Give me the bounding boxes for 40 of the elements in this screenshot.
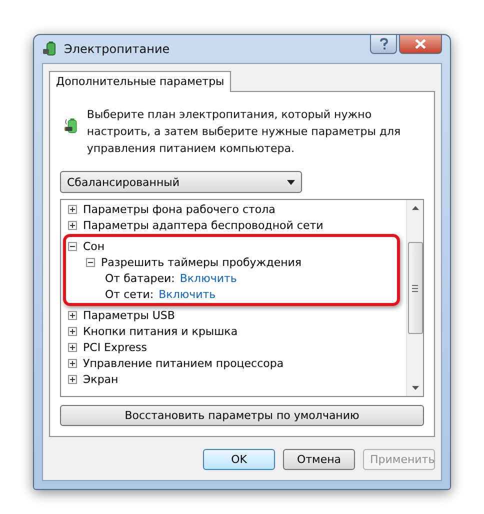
tab[interactable]: Дополнительные параметры [49, 71, 232, 92]
close-icon [415, 39, 426, 49]
scroll-down-icon[interactable] [412, 386, 418, 390]
plan-dropdown[interactable]: Сбалансированный [60, 171, 302, 193]
dialog-button[interactable]: OK [203, 449, 275, 470]
tree-item[interactable]: Параметры USB [83, 308, 175, 322]
expand-icon[interactable] [68, 310, 77, 320]
close-button[interactable] [399, 35, 442, 54]
dropdown-arrow-icon [287, 180, 295, 184]
expand-icon[interactable] [68, 326, 77, 336]
description-text: Выберите план электропитания, который нужно настроить, а затем выберите нужные параметры для управления питанием компьютера. [86, 107, 402, 157]
setting-label: От сети: [105, 288, 154, 300]
tree-item[interactable]: Кнопки питания и крышка [83, 324, 238, 338]
battery-plug-icon [42, 41, 58, 57]
expand-icon[interactable] [68, 220, 77, 230]
grip-icon [412, 284, 418, 292]
dialog-button[interactable]: Отмена [283, 449, 355, 470]
tree-item[interactable]: Параметры фона рабочего стола [83, 202, 276, 216]
tree-item[interactable]: Параметры адаптера беспроводной сети [83, 218, 324, 232]
scrollbar-thumb[interactable] [408, 242, 422, 334]
tree-item[interactable]: Сон [83, 240, 105, 252]
expand-icon[interactable] [68, 358, 77, 368]
tree-item[interactable]: Экран [83, 372, 118, 386]
setting-label: От батареи: [105, 272, 175, 284]
expand-icon[interactable] [68, 374, 77, 384]
window-title: Электропитание [64, 42, 170, 56]
help-icon [378, 38, 388, 50]
scroll-up-icon[interactable] [412, 206, 418, 210]
tree-item[interactable]: Управление питанием процессора [83, 356, 284, 370]
scrollbar[interactable] [406, 200, 423, 396]
setting-value-link[interactable]: Включить [158, 288, 216, 300]
tree-item[interactable]: PCI Express [83, 340, 148, 354]
collapse-icon[interactable] [68, 242, 77, 250]
expand-icon[interactable] [68, 204, 77, 214]
collapse-icon[interactable] [86, 258, 95, 266]
tree-item[interactable]: Разрешить таймеры пробуждения [101, 256, 302, 268]
restore-defaults-button[interactable]: Восстановить параметры по умолчанию [60, 405, 424, 426]
help-button[interactable] [370, 35, 397, 54]
expand-icon[interactable] [68, 342, 77, 352]
setting-value-link[interactable]: Включить [180, 272, 237, 284]
